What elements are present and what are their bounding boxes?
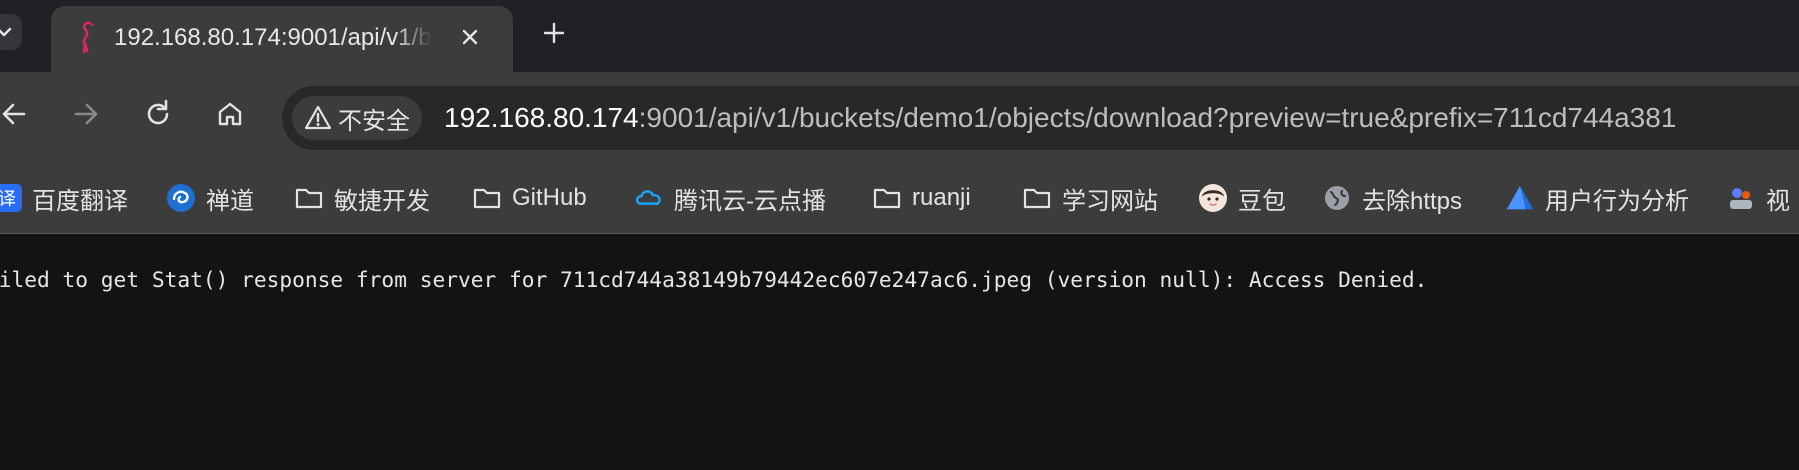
toolbar: 不安全 192.168.80.174:9001/api/v1/buckets/d… [0, 72, 1799, 166]
bookmark-label: GitHub [512, 184, 587, 211]
reload-button[interactable] [138, 94, 178, 134]
bookmark-folder-ruanji[interactable]: ruanji [872, 178, 971, 218]
bookmark-label: 用户行为分析 [1545, 187, 1689, 215]
url-path: :9001/api/v1/buckets/demo1/objects/downl… [638, 102, 1677, 133]
bookmark-label: 去除https [1362, 187, 1463, 215]
bookmark-label: 腾讯云-云点播 [674, 187, 826, 215]
address-bar[interactable]: 不安全 192.168.80.174:9001/api/v1/buckets/d… [282, 86, 1799, 150]
bookmark-video[interactable]: 视 [1726, 178, 1790, 218]
arrow-left-icon [2, 103, 26, 125]
close-icon [462, 29, 478, 45]
tab-active[interactable]: 192.168.80.174:9001/api/v1/buckets/demo1… [51, 6, 513, 72]
arrow-right-icon [74, 103, 98, 125]
folder-icon [1022, 183, 1052, 213]
tencent-cloud-icon [634, 183, 664, 213]
bookmark-baidu-translate[interactable]: 译 百度翻译 [0, 178, 128, 218]
folder-icon [472, 183, 502, 213]
bookmark-user-behavior[interactable]: 用户行为分析 [1505, 178, 1689, 218]
zentao-icon [166, 183, 196, 213]
tab-strip: 192.168.80.174:9001/api/v1/buckets/demo1… [0, 0, 1799, 72]
url-text[interactable]: 192.168.80.174:9001/api/v1/buckets/demo1… [444, 100, 1676, 136]
bookmark-label: 豆包 [1238, 187, 1286, 215]
security-chip[interactable]: 不安全 [292, 96, 422, 140]
close-tab-button[interactable] [456, 23, 484, 51]
triangle-logo-icon [1505, 183, 1535, 213]
doubao-avatar-icon [1198, 183, 1228, 213]
bookmark-doubao[interactable]: 豆包 [1198, 178, 1286, 218]
warning-triangle-icon [304, 105, 332, 130]
bookmark-label: 百度翻译 [32, 187, 128, 215]
flamingo-icon [82, 21, 94, 54]
reload-icon [147, 99, 169, 125]
plus-icon [543, 22, 565, 44]
svg-text:译: 译 [0, 189, 16, 210]
video-icon [1726, 183, 1756, 213]
bookmark-folder-study[interactable]: 学习网站 [1022, 178, 1158, 218]
bookmark-folder-agile[interactable]: 敏捷开发 [294, 178, 430, 218]
error-message: ailed to get Stat() response from server… [0, 267, 1428, 292]
security-label: 不安全 [338, 107, 410, 135]
home-button[interactable] [210, 94, 250, 134]
url-host: 192.168.80.174 [444, 102, 639, 133]
folder-icon [872, 183, 902, 213]
bookmark-label: 禅道 [206, 187, 254, 215]
home-icon [218, 102, 242, 126]
bookmark-label: ruanji [912, 184, 971, 211]
back-button[interactable] [0, 94, 34, 134]
bookmark-zentao[interactable]: 禅道 [166, 178, 254, 218]
chevron-down-icon [0, 27, 12, 37]
folder-icon [294, 183, 324, 213]
tab-title: 192.168.80.174:9001/api/v1/buckets/demo1… [114, 24, 432, 51]
globe-icon [1322, 183, 1352, 213]
page-content: ailed to get Stat() response from server… [0, 234, 1799, 470]
bookmark-label: 敏捷开发 [334, 187, 430, 215]
bookmark-folder-github[interactable]: GitHub [472, 178, 587, 218]
bookmark-tencent-vod[interactable]: 腾讯云-云点播 [634, 178, 826, 218]
browser-window: 192.168.80.174:9001/api/v1/buckets/demo1… [0, 0, 1799, 470]
bookmarks-bar: 译 百度翻译 禅道 敏捷开发 GitHub 腾讯云-云点播 ruanji 学习网… [0, 166, 1799, 234]
tab-search-button[interactable] [0, 14, 22, 50]
translate-icon: 译 [0, 183, 22, 213]
new-tab-button[interactable] [538, 17, 570, 49]
forward-button[interactable] [66, 94, 106, 134]
bookmark-label: 视 [1766, 187, 1790, 215]
bookmark-remove-https[interactable]: 去除https [1322, 178, 1462, 218]
bookmark-label: 学习网站 [1062, 187, 1158, 215]
